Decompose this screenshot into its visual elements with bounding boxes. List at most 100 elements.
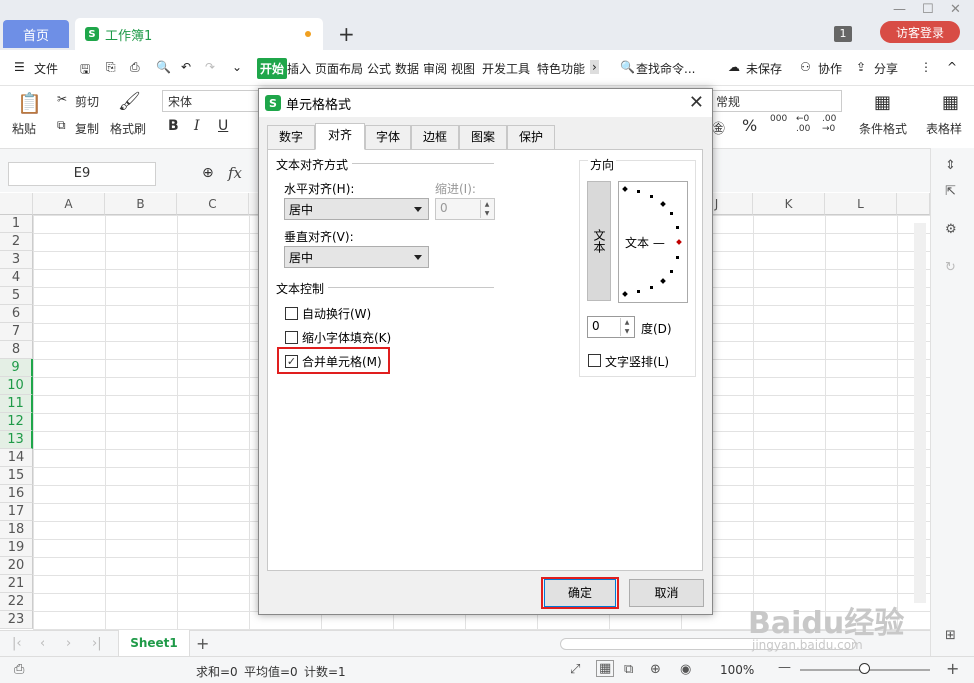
wrap-text-checkbox[interactable] [285,307,298,320]
row-header[interactable]: 6 [0,305,33,323]
panel-collapse-icon[interactable]: ⇕ [945,158,956,173]
row-header-selected[interactable]: 11 [0,395,33,413]
row-header[interactable]: 14 [0,449,33,467]
macro-record-icon[interactable]: ⎙ [14,662,24,677]
cancel-button[interactable]: 取消 [629,579,704,607]
row-header-selected[interactable]: 9 [0,359,33,377]
row-header[interactable]: 5 [0,287,33,305]
column-header[interactable]: L [825,193,897,215]
collab-button[interactable]: 协作 [818,60,842,77]
tab-home[interactable]: 首页 [3,20,69,48]
eye-protect-icon[interactable]: ◉ [680,662,691,677]
customize-dropdown-icon[interactable]: ⌄ [232,60,242,74]
save-icon[interactable]: 🖫 [80,60,90,81]
copy-icon[interactable]: ⧉ [57,118,66,133]
page-break-view-icon[interactable]: ⧉ [624,662,633,677]
menu-tab-page-layout[interactable]: 页面布局 [315,60,363,77]
menu-tab-special[interactable]: 特色功能 [537,60,585,77]
last-sheet-icon[interactable]: ›| [92,636,102,651]
search-command[interactable]: 查找命令... [636,60,695,77]
print-preview-icon[interactable]: 🔍 [156,60,171,74]
font-name-select[interactable]: 宋体 [162,90,262,112]
page-layout-view-icon[interactable]: ⊕ [650,662,661,677]
decrease-decimal-icon[interactable]: .00 →0 [822,114,836,134]
format-painter-button[interactable]: 格式刷 [110,120,146,137]
menu-file[interactable]: 文件 [34,60,58,77]
column-header-extra[interactable] [897,193,930,215]
row-header[interactable]: 17 [0,503,33,521]
tab-workbook[interactable]: S 工作簿1 [75,18,323,50]
menu-tab-developer[interactable]: 开发工具 [482,60,530,77]
menu-tab-review[interactable]: 审阅 [423,60,447,77]
normal-view-icon[interactable]: ▦ [596,660,615,677]
row-header[interactable]: 21 [0,575,33,593]
collapse-ribbon-icon[interactable]: ^ [947,60,957,74]
merge-cells-label[interactable]: 合并单元格(M) [302,353,382,370]
menu-tab-insert[interactable]: 插入 [287,60,311,77]
column-header[interactable]: B [105,193,177,215]
close-icon[interactable]: ✕ [689,92,704,113]
search-icon[interactable]: 🔍 [620,60,635,74]
row-header[interactable]: 1 [0,215,33,233]
share-button[interactable]: 分享 [874,60,898,77]
underline-icon[interactable]: U [218,118,228,134]
shrink-to-fit-label[interactable]: 缩小字体填充(K) [302,329,391,346]
add-sheet-plus-icon[interactable]: + [196,634,209,653]
row-header[interactable]: 3 [0,251,33,269]
row-header[interactable]: 4 [0,269,33,287]
column-header[interactable]: C [177,193,249,215]
next-sheet-icon[interactable]: › [66,636,71,651]
properties-icon[interactable]: ⚙ [945,222,957,237]
percent-icon[interactable]: % [742,116,757,135]
export-icon[interactable]: ⎘ [106,60,116,75]
row-header[interactable]: 15 [0,467,33,485]
row-header-selected[interactable]: 13 [0,431,33,449]
row-header[interactable]: 7 [0,323,33,341]
zoom-icon[interactable]: ⊕ [202,165,214,181]
conditional-format-button[interactable]: 条件格式 [859,120,907,137]
h-align-select[interactable]: 居中 [284,198,429,220]
print-icon[interactable]: ⎙ [130,60,140,75]
row-header[interactable]: 20 [0,557,33,575]
tab-number[interactable]: 数字 [267,125,315,149]
menu-tab-formula[interactable]: 公式 [367,60,391,77]
degree-spinner[interactable]: 0 ▲ ▼ [587,316,635,338]
guest-login-button[interactable]: 访客登录 [880,21,960,43]
menu-tab-view[interactable]: 视图 [451,60,475,77]
dialog-title-bar[interactable]: S 单元格格式 ✕ [259,89,712,117]
orientation-dial[interactable]: 文本 — [618,181,688,303]
row-header[interactable]: 19 [0,539,33,557]
tab-border[interactable]: 边框 [411,125,459,149]
increase-decimal-icon[interactable]: ←0.00 [796,114,810,134]
prev-sheet-icon[interactable]: ‹ [40,636,45,651]
table-style-icon[interactable]: ▦ [942,92,959,113]
fullscreen-icon[interactable]: ⤢ [570,662,580,677]
column-header[interactable]: A [33,193,105,215]
more-tabs-chevron-icon[interactable]: › [590,60,599,74]
menu-tab-start[interactable]: 开始 [257,58,288,79]
select-all-corner[interactable] [0,193,33,215]
zoom-out-icon[interactable]: — [778,660,791,675]
copy-button[interactable]: 复制 [75,120,99,137]
tab-font[interactable]: 字体 [365,125,411,149]
cut-icon[interactable]: ✂ [57,92,67,106]
row-header[interactable]: 23 [0,611,33,629]
italic-icon[interactable]: I [194,118,200,134]
indent-spinner[interactable]: 0 ▲ ▼ [435,198,495,220]
tab-pattern[interactable]: 图案 [459,125,507,149]
currency-icon[interactable]: ㊎ [712,118,725,137]
paste-button[interactable]: 粘贴 [12,120,36,137]
new-tab-plus-icon[interactable]: + [338,22,355,46]
close-window-icon[interactable]: ✕ [950,2,961,17]
menu-tab-data[interactable]: 数据 [395,60,419,77]
row-header-selected[interactable]: 12 [0,413,33,431]
bold-icon[interactable]: B [168,118,179,134]
zoom-slider-thumb[interactable] [859,663,870,674]
ok-button[interactable]: 确定 [544,579,616,607]
more-options-icon[interactable]: ⋮ [920,60,932,74]
grid-apps-icon[interactable]: ⊞ [945,628,956,643]
maximize-icon[interactable]: ☐ [922,2,934,17]
first-sheet-icon[interactable]: |‹ [12,636,22,651]
undo-icon[interactable]: ↶ [181,60,191,74]
row-header[interactable]: 22 [0,593,33,611]
